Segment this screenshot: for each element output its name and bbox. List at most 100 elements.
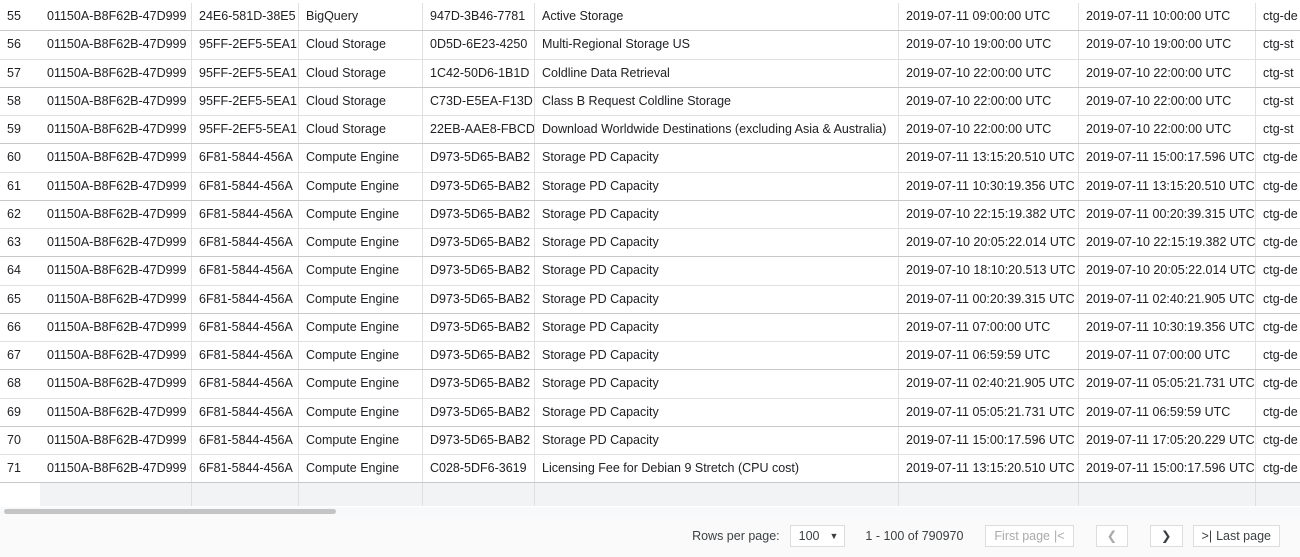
first-page-button[interactable]: First page |<: [985, 525, 1074, 547]
usage-end-time-cell: 2019-07-11 13:15:20.510 UTC: [1079, 172, 1256, 200]
service-description-cell: Cloud Storage: [299, 87, 423, 115]
service-description-cell: Compute Engine: [299, 426, 423, 454]
table-row[interactable]: 62 01150A-B8F62B-47D999 6F81-5844-456A Comp…: [0, 200, 1300, 229]
empty-cell: [299, 483, 423, 507]
table-row[interactable]: 61 01150A-B8F62B-47D999 6F81-5844-456A Comp…: [0, 172, 1300, 201]
row-number-cell: 68: [7, 376, 21, 391]
service-id-cell: 95FF-2EF5-5EA1: [192, 116, 299, 144]
service-id-cell: 6F81-5844-456A: [192, 229, 299, 257]
sku-description-cell: Class B Request Coldline Storage: [535, 87, 899, 115]
sku-description-cell: Storage PD Capacity: [535, 144, 899, 172]
service-description-cell: Cloud Storage: [299, 116, 423, 144]
dropdown-arrow-icon: ▼: [829, 531, 839, 541]
previous-page-button[interactable]: ❮: [1095, 525, 1129, 547]
usage-start-time-cell: 2019-07-10 22:15:19.382 UTC: [899, 200, 1079, 228]
sku-description-cell: Storage PD Capacity: [535, 426, 899, 454]
sku-id-cell: 947D-3B46-7781: [423, 3, 535, 31]
service-id-cell: 95FF-2EF5-5EA1: [192, 31, 299, 59]
project-id-cell: ctg-de: [1263, 263, 1298, 278]
project-id-cell: ctg-de: [1263, 376, 1298, 391]
table-row[interactable]: 59 01150A-B8F62B-47D999 95FF-2EF5-5EA1 Clou…: [0, 116, 1300, 145]
table-row[interactable]: 65 01150A-B8F62B-47D999 6F81-5844-456A Comp…: [0, 285, 1300, 314]
service-id-cell: 6F81-5844-456A: [192, 285, 299, 313]
billing-account-id-cell: 01150A-B8F62B-47D999: [40, 31, 192, 59]
service-description-cell: Compute Engine: [299, 455, 423, 483]
row-number-cell: 69: [7, 404, 21, 419]
first-page-label: First page: [994, 529, 1051, 543]
row-number-cell: 62: [7, 206, 21, 221]
billing-account-id-cell: 01150A-B8F62B-47D999: [40, 455, 192, 483]
sku-id-cell: D973-5D65-BAB2: [423, 229, 535, 257]
table-row[interactable]: 56 01150A-B8F62B-47D999 95FF-2EF5-5EA1 Clou…: [0, 31, 1300, 60]
service-id-cell: 6F81-5844-456A: [192, 144, 299, 172]
row-number-cell: 57: [7, 65, 21, 80]
billing-account-id-cell: 01150A-B8F62B-47D999: [40, 342, 192, 370]
sku-id-cell: 0D5D-6E23-4250: [423, 31, 535, 59]
table-row[interactable]: 63 01150A-B8F62B-47D999 6F81-5844-456A Comp…: [0, 229, 1300, 258]
rows-per-page-select[interactable]: 100 ▼: [789, 525, 846, 547]
page-range: 1 - 100 of 790970: [865, 529, 964, 543]
table-row[interactable]: 70 01150A-B8F62B-47D999 6F81-5844-456A Comp…: [0, 426, 1300, 455]
scrollbar-thumb[interactable]: [4, 509, 336, 514]
usage-start-time-cell: 2019-07-11 05:05:21.731 UTC: [899, 398, 1079, 426]
usage-start-time-cell: 2019-07-11 00:20:39.315 UTC: [899, 285, 1079, 313]
project-id-cell: ctg-de: [1263, 150, 1298, 165]
usage-end-time-cell: 2019-07-10 22:00:00 UTC: [1079, 87, 1256, 115]
usage-end-time-cell: 2019-07-11 10:30:19.356 UTC: [1079, 313, 1256, 341]
row-number-cell: 56: [7, 37, 21, 52]
billing-account-id-cell: 01150A-B8F62B-47D999: [40, 172, 192, 200]
sku-id-cell: D973-5D65-BAB2: [423, 426, 535, 454]
usage-start-time-cell: 2019-07-11 07:00:00 UTC: [899, 313, 1079, 341]
table-row[interactable]: 64 01150A-B8F62B-47D999 6F81-5844-456A Comp…: [0, 257, 1300, 286]
project-id-cell: ctg-st: [1263, 65, 1294, 80]
sku-id-cell: D973-5D65-BAB2: [423, 144, 535, 172]
project-id-cell: ctg-de: [1263, 319, 1298, 334]
row-number-cell: 55: [7, 9, 21, 23]
last-page-button[interactable]: >| Last page: [1192, 525, 1280, 547]
horizontal-scrollbar[interactable]: [0, 507, 1300, 515]
billing-account-id-cell: 01150A-B8F62B-47D999: [40, 285, 192, 313]
row-number-cell: 59: [7, 122, 21, 136]
empty-cell: [0, 483, 40, 507]
billing-account-id-cell: 01150A-B8F62B-47D999: [40, 3, 192, 31]
sku-id-cell: D973-5D65-BAB2: [423, 398, 535, 426]
next-page-button[interactable]: ❯: [1150, 525, 1183, 547]
row-number-cell: 71: [7, 461, 21, 475]
rows-per-page-label: Rows per page:: [692, 529, 780, 543]
service-description-cell: Compute Engine: [299, 257, 423, 285]
billing-account-id-cell: 01150A-B8F62B-47D999: [40, 87, 192, 115]
sku-id-cell: D973-5D65-BAB2: [423, 313, 535, 341]
usage-end-time-cell: 2019-07-11 06:59:59 UTC: [1079, 398, 1256, 426]
project-id-cell: ctg-de: [1263, 206, 1298, 221]
sku-id-cell: D973-5D65-BAB2: [423, 200, 535, 228]
usage-start-time-cell: 2019-07-10 19:00:00 UTC: [899, 31, 1079, 59]
service-id-cell: 6F81-5844-456A: [192, 370, 299, 398]
row-number-cell: 58: [7, 93, 21, 108]
table-row[interactable]: 69 01150A-B8F62B-47D999 6F81-5844-456A Comp…: [0, 398, 1300, 427]
service-description-cell: Compute Engine: [299, 285, 423, 313]
usage-end-time-cell: 2019-07-11 15:00:17.596 UTC: [1079, 144, 1256, 172]
table-row[interactable]: 55 01150A-B8F62B-47D999 24E6-581D-38E5 BigQ…: [0, 3, 1300, 32]
empty-cell: [535, 483, 899, 507]
table-row[interactable]: 67 01150A-B8F62B-47D999 6F81-5844-456A Comp…: [0, 342, 1300, 371]
table-row[interactable]: 66 01150A-B8F62B-47D999 6F81-5844-456A Comp…: [0, 313, 1300, 342]
usage-start-time-cell: 2019-07-11 09:00:00 UTC: [899, 3, 1079, 31]
table-row[interactable]: 57 01150A-B8F62B-47D999 95FF-2EF5-5EA1 Clou…: [0, 59, 1300, 88]
service-id-cell: 6F81-5844-456A: [192, 257, 299, 285]
table-row[interactable]: 60 01150A-B8F62B-47D999 6F81-5844-456A Comp…: [0, 144, 1300, 173]
usage-start-time-cell: 2019-07-10 20:05:22.014 UTC: [899, 229, 1079, 257]
empty-row: [0, 483, 1300, 507]
service-id-cell: 95FF-2EF5-5EA1: [192, 59, 299, 87]
usage-start-time-cell: 2019-07-11 02:40:21.905 UTC: [899, 370, 1079, 398]
last-page-icon: >|: [1201, 529, 1213, 543]
usage-start-time-cell: 2019-07-10 18:10:20.513 UTC: [899, 257, 1079, 285]
service-description-cell: Cloud Storage: [299, 59, 423, 87]
rows-per-page-value: 100: [798, 529, 820, 543]
usage-end-time-cell: 2019-07-10 22:00:00 UTC: [1079, 116, 1256, 144]
table-row[interactable]: 58 01150A-B8F62B-47D999 95FF-2EF5-5EA1 Clou…: [0, 87, 1300, 116]
table-row[interactable]: 71 01150A-B8F62B-47D999 6F81-5844-456A Comp…: [0, 455, 1300, 484]
usage-start-time-cell: 2019-07-11 13:15:20.510 UTC: [899, 144, 1079, 172]
usage-start-time-cell: 2019-07-11 10:30:19.356 UTC: [899, 172, 1079, 200]
table-row[interactable]: 68 01150A-B8F62B-47D999 6F81-5844-456A Comp…: [0, 370, 1300, 399]
sku-id-cell: 1C42-50D6-1B1D: [423, 59, 535, 87]
